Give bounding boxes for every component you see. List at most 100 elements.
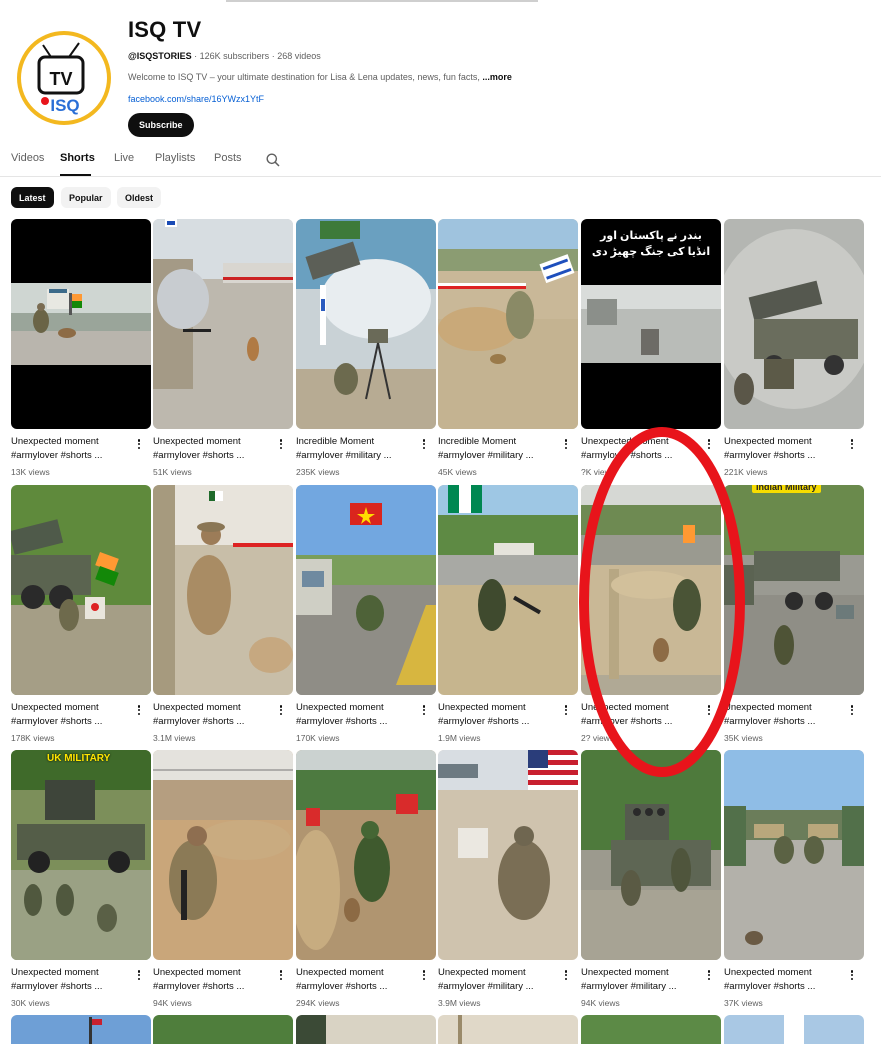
short-title[interactable]: Unexpected moment (296, 701, 414, 715)
short-hashtags[interactable]: #armylover #military ... (581, 980, 699, 994)
short-thumbnail-partial[interactable] (724, 1015, 864, 1044)
short-card[interactable]: Unexpected moment #armylover #shorts ...… (438, 485, 578, 743)
short-card[interactable]: Incredible Moment #armylover #military .… (296, 219, 436, 477)
more-options-icon[interactable] (135, 437, 143, 451)
short-thumbnail[interactable] (296, 750, 436, 960)
short-card[interactable]: UK MILITARY Unexpected moment #armylover… (11, 750, 151, 1008)
short-thumbnail[interactable]: Indian Military (724, 485, 864, 695)
short-thumbnail[interactable] (581, 750, 721, 960)
short-card[interactable]: Unexpected moment #armylover #shorts ...… (11, 219, 151, 477)
more-options-icon[interactable] (848, 968, 856, 982)
more-options-icon[interactable] (420, 703, 428, 717)
short-hashtags[interactable]: #armylover #military ... (438, 980, 556, 994)
short-card[interactable]: Incredible Moment #armylover #military .… (438, 219, 578, 477)
short-hashtags[interactable]: #armylover #military ... (296, 449, 414, 463)
more-options-icon[interactable] (705, 437, 713, 451)
short-card[interactable]: Unexpected moment #armylover #shorts ...… (724, 219, 864, 477)
short-hashtags[interactable]: #armylover #shorts ... (581, 449, 699, 463)
tab-shorts[interactable]: Shorts (60, 152, 95, 164)
short-thumbnail-partial[interactable] (296, 1015, 436, 1044)
tab-posts[interactable]: Posts (214, 152, 242, 164)
more-options-icon[interactable] (135, 703, 143, 717)
short-thumbnail[interactable] (296, 485, 436, 695)
short-hashtags[interactable]: #armylover #shorts ... (724, 980, 842, 994)
short-title[interactable]: Incredible Moment (438, 435, 556, 449)
short-hashtags[interactable]: #armylover #shorts ... (153, 449, 271, 463)
short-thumbnail[interactable]: بندر نے پاکستان اور انڈیا کی جنگ چھیڑ دی (581, 219, 721, 429)
short-card[interactable]: بندر نے پاکستان اور انڈیا کی جنگ چھیڑ دی… (581, 219, 721, 477)
short-hashtags[interactable]: #armylover #shorts ... (11, 715, 129, 729)
more-options-icon[interactable] (420, 968, 428, 982)
short-card[interactable]: Unexpected moment #armylover #shorts ...… (296, 485, 436, 743)
short-card[interactable]: Unexpected moment #armylover #military .… (581, 750, 721, 1008)
short-title[interactable]: Unexpected moment (153, 435, 271, 449)
channel-description[interactable]: Welcome to ISQ TV – your ultimate destin… (128, 72, 528, 82)
subscribe-button[interactable]: Subscribe (128, 113, 194, 137)
short-hashtags[interactable]: #armylover #military ... (438, 449, 556, 463)
short-title[interactable]: Unexpected moment (581, 966, 699, 980)
short-hashtags[interactable]: #armylover #shorts ... (438, 715, 556, 729)
more-options-icon[interactable] (705, 968, 713, 982)
short-thumbnail[interactable] (438, 750, 578, 960)
short-hashtags[interactable]: #armylover #shorts ... (296, 715, 414, 729)
chip-popular[interactable]: Popular (61, 187, 111, 208)
short-card[interactable]: Unexpected moment #armylover #shorts ...… (296, 750, 436, 1008)
short-card[interactable]: Unexpected moment #armylover #shorts ...… (153, 219, 293, 477)
short-hashtags[interactable]: #armylover #shorts ... (153, 715, 271, 729)
short-thumbnail-partial[interactable] (11, 1015, 151, 1044)
short-hashtags[interactable]: #armylover #shorts ... (153, 980, 271, 994)
short-title[interactable]: Unexpected moment (438, 966, 556, 980)
short-title[interactable]: Unexpected moment (724, 701, 842, 715)
search-icon[interactable] (266, 153, 280, 167)
short-title[interactable]: Unexpected moment (581, 435, 699, 449)
short-title[interactable]: Unexpected moment (296, 966, 414, 980)
short-thumbnail[interactable] (153, 219, 293, 429)
short-thumbnail[interactable] (438, 485, 578, 695)
short-title[interactable]: Unexpected moment (153, 701, 271, 715)
short-hashtags[interactable]: #armylover #shorts ... (724, 449, 842, 463)
chip-oldest[interactable]: Oldest (117, 187, 162, 208)
more-options-icon[interactable] (420, 437, 428, 451)
more-options-icon[interactable] (135, 968, 143, 982)
chip-latest[interactable]: Latest (11, 187, 54, 208)
more-options-icon[interactable] (277, 703, 285, 717)
short-thumbnail[interactable] (153, 750, 293, 960)
channel-external-link[interactable]: facebook.com/share/16YWzx1YtF (128, 94, 264, 104)
short-thumbnail[interactable] (438, 219, 578, 429)
short-thumbnail[interactable] (724, 750, 864, 960)
more-options-icon[interactable] (562, 968, 570, 982)
more-options-icon[interactable] (277, 437, 285, 451)
short-card[interactable]: Unexpected moment #armylover #shorts ...… (11, 485, 151, 743)
short-title[interactable]: Unexpected moment (153, 966, 271, 980)
more-options-icon[interactable] (562, 437, 570, 451)
short-title[interactable]: Unexpected moment (581, 701, 699, 715)
short-thumbnail-partial[interactable] (153, 1015, 293, 1044)
short-thumbnail[interactable] (153, 485, 293, 695)
more-link[interactable]: ...more (482, 72, 512, 82)
short-hashtags[interactable]: #armylover #shorts ... (724, 715, 842, 729)
short-hashtags[interactable]: #armylover #shorts ... (11, 980, 129, 994)
short-thumbnail[interactable] (724, 219, 864, 429)
short-card[interactable]: Indian Military Unexpected moment #armyl… (724, 485, 864, 743)
short-thumbnail[interactable] (11, 219, 151, 429)
tab-playlists[interactable]: Playlists (155, 152, 195, 164)
short-title[interactable]: Unexpected moment (11, 966, 129, 980)
short-thumbnail[interactable]: UK MILITARY (11, 750, 151, 960)
short-hashtags[interactable]: #armylover #shorts ... (581, 715, 699, 729)
more-options-icon[interactable] (277, 968, 285, 982)
short-card[interactable]: Unexpected moment #armylover #shorts ...… (581, 485, 721, 743)
short-card[interactable]: Unexpected moment #armylover #shorts ...… (724, 750, 864, 1008)
short-thumbnail-partial[interactable] (438, 1015, 578, 1044)
short-title[interactable]: Unexpected moment (438, 701, 556, 715)
short-card[interactable]: Unexpected moment #armylover #military .… (438, 750, 578, 1008)
short-title[interactable]: Unexpected moment (11, 435, 129, 449)
channel-avatar[interactable]: TV ISQ (17, 31, 111, 125)
short-card[interactable]: Unexpected moment #armylover #shorts ...… (153, 750, 293, 1008)
tab-videos[interactable]: Videos (11, 152, 44, 164)
short-thumbnail[interactable] (296, 219, 436, 429)
more-options-icon[interactable] (848, 703, 856, 717)
short-hashtags[interactable]: #armylover #shorts ... (296, 980, 414, 994)
more-options-icon[interactable] (705, 703, 713, 717)
short-title[interactable]: Unexpected moment (724, 435, 842, 449)
more-options-icon[interactable] (562, 703, 570, 717)
